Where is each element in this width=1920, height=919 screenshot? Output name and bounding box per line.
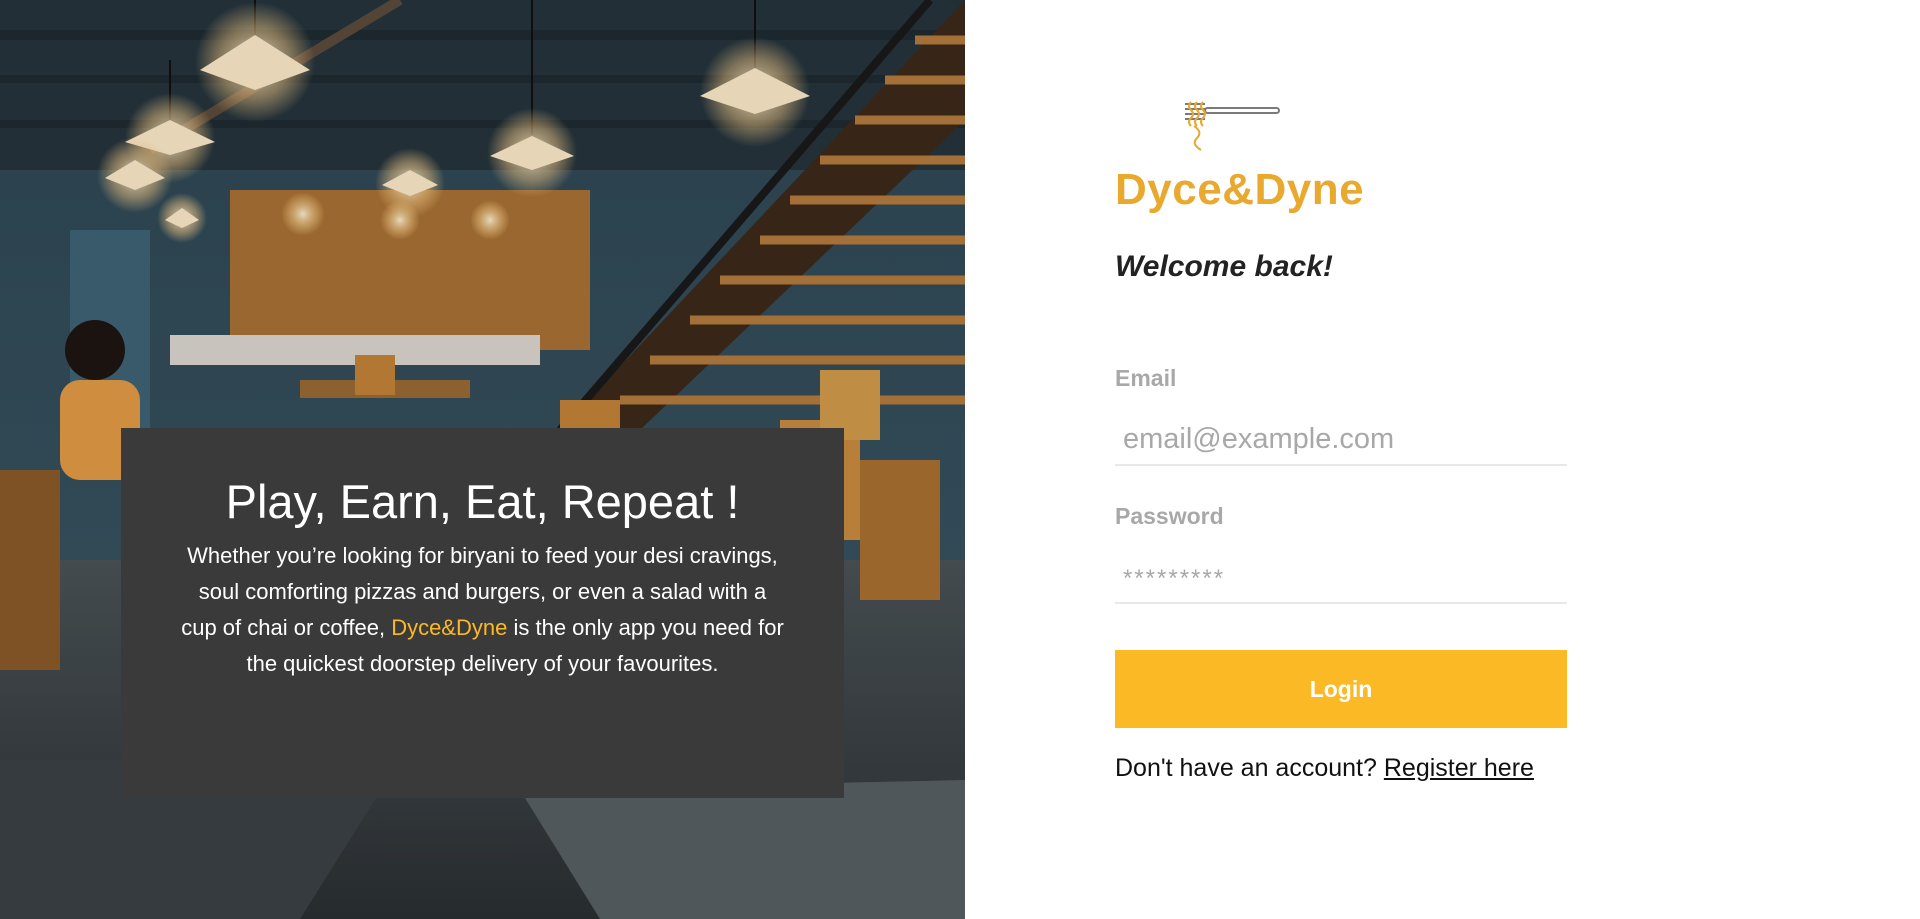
login-button[interactable]: Login: [1115, 650, 1567, 728]
welcome-heading: Welcome back!: [1115, 250, 1333, 283]
login-panel: Dyce&Dyne Welcome back! Email Password L…: [1115, 0, 1575, 919]
hero-description: Whether you’re looking for biryani to fe…: [181, 538, 784, 682]
email-label: Email: [1115, 365, 1177, 391]
login-page: Play, Earn, Eat, Repeat ! Whether you’re…: [0, 0, 1920, 919]
password-label: Password: [1115, 503, 1224, 529]
brand-logo-text: Dyce&Dyne: [1115, 165, 1365, 214]
email-input[interactable]: [1115, 414, 1567, 466]
fork-with-noodles-icon: [1185, 101, 1280, 151]
password-input[interactable]: [1115, 552, 1567, 604]
hero-title: Play, Earn, Eat, Repeat !: [225, 475, 740, 528]
hero-card: Play, Earn, Eat, Repeat ! Whether you’re…: [121, 428, 844, 798]
register-link[interactable]: Register here: [1384, 754, 1534, 782]
register-prompt: Don't have an account? Register here: [1115, 754, 1534, 783]
hero-panel: Play, Earn, Eat, Repeat ! Whether you’re…: [0, 0, 965, 919]
register-prompt-text: Don't have an account?: [1115, 754, 1377, 782]
hero-brand-name: Dyce&Dyne: [391, 614, 508, 640]
